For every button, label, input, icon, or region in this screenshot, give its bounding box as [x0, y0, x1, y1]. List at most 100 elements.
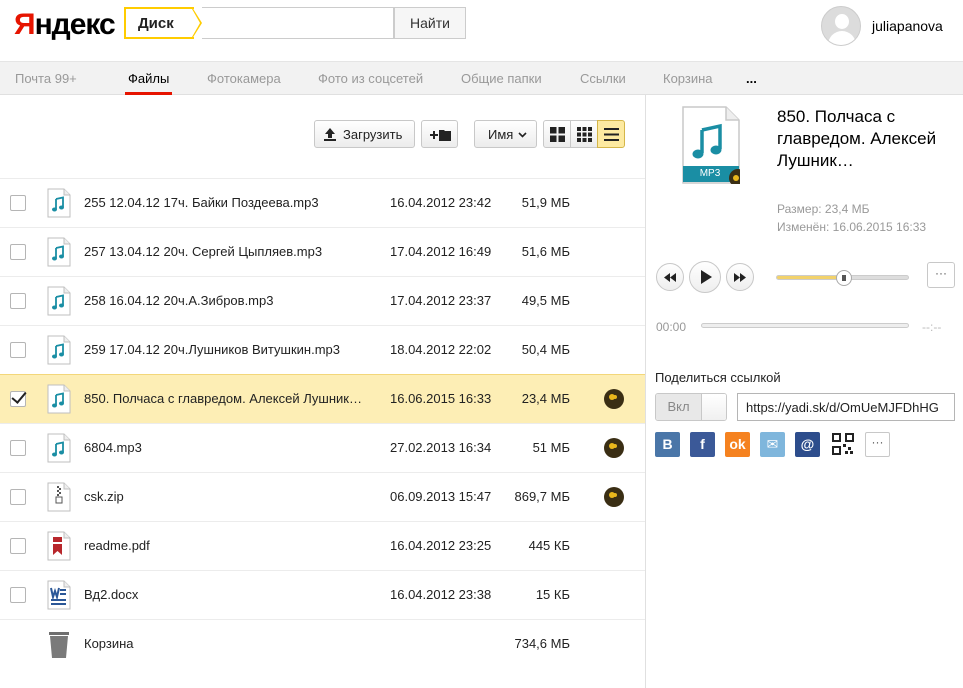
player-more-button[interactable]: ··· [927, 262, 955, 288]
play-icon [701, 270, 712, 284]
list-icon [604, 128, 619, 141]
share-vk-icon[interactable]: B [655, 432, 680, 457]
logo-rest: ндекс [34, 8, 116, 41]
details-title: 850. Полчаса с главредом. Алексей Лушник… [777, 107, 937, 170]
time-total: --:-- [922, 320, 942, 334]
share-facebook-icon[interactable]: f [690, 432, 715, 457]
play-button[interactable] [689, 261, 721, 293]
file-checkbox[interactable] [10, 391, 26, 407]
file-name[interactable]: 258 16.04.12 20ч.А.Зибров.mp3 [84, 293, 366, 308]
nav-item-shared-folders[interactable]: Общие папки [461, 71, 542, 86]
yandex-logo[interactable]: Яндекс [14, 8, 116, 42]
file-checkbox[interactable] [10, 538, 26, 554]
file-size: 445 КБ [528, 538, 570, 553]
panel-divider [645, 95, 646, 688]
file-size: 51,9 МБ [521, 195, 570, 210]
social-more-button[interactable]: ··· [865, 432, 890, 457]
forward-button[interactable] [726, 263, 754, 291]
upload-button[interactable]: Загрузить [314, 120, 415, 148]
view-large-icons-button[interactable] [543, 120, 571, 148]
file-name[interactable]: 259 17.04.12 20ч.Лушников Витушкин.mp3 [84, 342, 366, 357]
docx-file-icon [47, 580, 71, 610]
share-odnoklassniki-icon[interactable]: ok [725, 432, 750, 457]
forward-icon [734, 273, 746, 282]
file-checkbox[interactable] [10, 342, 26, 358]
search-input[interactable] [202, 7, 394, 39]
file-name[interactable]: 6804.mp3 [84, 440, 366, 455]
file-row[interactable]: 850. Полчаса с главредом. Алексей Лушник… [0, 374, 645, 423]
file-row[interactable]: csk.zip 06.09.2013 15:47 869,7 МБ [0, 472, 645, 521]
nav-item-more[interactable]: ... [746, 71, 757, 86]
file-name[interactable]: 255 12.04.12 17ч. Байки Поздеева.mp3 [84, 195, 366, 210]
new-folder-icon [430, 130, 451, 141]
share-qr-icon[interactable] [830, 432, 855, 457]
nav-item-links[interactable]: Ссылки [580, 71, 626, 86]
shared-link-icon[interactable] [604, 487, 624, 507]
file-row[interactable]: Корзина 734,6 МБ [0, 619, 645, 668]
file-size: 49,5 МБ [521, 293, 570, 308]
file-checkbox[interactable] [10, 244, 26, 260]
details-size: Размер: 23,4 МБ [777, 202, 870, 216]
share-mail-icon[interactable]: ✉ [760, 432, 785, 457]
upload-icon [324, 128, 336, 141]
file-date: 16.04.2012 23:38 [390, 587, 492, 602]
volume-knob[interactable] [836, 270, 852, 286]
file-row[interactable]: readme.pdf 16.04.2012 23:25 445 КБ [0, 521, 645, 570]
file-name[interactable]: readme.pdf [84, 538, 366, 553]
file-checkbox[interactable] [10, 293, 26, 309]
nav-item-files[interactable]: Файлы [128, 71, 169, 86]
shared-link-icon[interactable] [604, 389, 624, 409]
avatar[interactable] [821, 6, 861, 46]
file-size: 15 КБ [535, 587, 570, 602]
file-checkbox[interactable] [10, 489, 26, 505]
trash-file-icon [47, 629, 71, 659]
file-checkbox[interactable] [10, 587, 26, 603]
shared-link-icon[interactable] [604, 438, 624, 458]
share-link-field[interactable] [737, 393, 955, 421]
file-row[interactable]: 255 12.04.12 17ч. Байки Поздеева.mp3 16.0… [0, 178, 645, 227]
mp3-icon-label: MP3 [699, 168, 721, 179]
file-size: 734,6 МБ [514, 636, 570, 651]
file-name[interactable]: 850. Полчаса с главредом. Алексей Лушник… [84, 391, 366, 406]
nav-item-camera[interactable]: Фотокамера [207, 71, 281, 86]
file-name[interactable]: csk.zip [84, 489, 366, 504]
search-button[interactable]: Найти [394, 7, 466, 39]
file-date: 18.04.2012 22:02 [390, 342, 492, 357]
nav-item-trash[interactable]: Корзина [663, 71, 713, 86]
file-checkbox[interactable] [10, 440, 26, 456]
file-checkbox[interactable] [10, 195, 26, 211]
file-name[interactable]: Вд2.docx [84, 587, 366, 602]
file-row[interactable]: 6804.mp3 27.02.2013 16:34 51 МБ [0, 423, 645, 472]
mp3-file-icon [47, 237, 71, 267]
rewind-icon [664, 273, 676, 282]
view-small-icons-button[interactable] [570, 120, 598, 148]
sort-button[interactable]: Имя [474, 120, 537, 148]
share-mailru-icon[interactable]: @ [795, 432, 820, 457]
file-name[interactable]: 257 13.04.12 20ч. Сергей Цыпляев.mp3 [84, 244, 366, 259]
username[interactable]: juliapanova [872, 18, 943, 34]
upload-label: Загрузить [343, 127, 403, 142]
progress-slider[interactable] [701, 323, 909, 328]
file-size: 51,6 МБ [521, 244, 570, 259]
nav-item-mail[interactable]: Почта 99+ [15, 71, 77, 86]
file-date: 16.04.2012 23:25 [390, 538, 492, 553]
service-tag[interactable]: Диск [124, 7, 194, 39]
file-date: 17.04.2012 16:49 [390, 244, 492, 259]
mp3-file-icon [47, 384, 71, 414]
rewind-button[interactable] [656, 263, 684, 291]
chevron-down-icon [518, 132, 527, 138]
file-row[interactable]: 258 16.04.12 20ч.А.Зибров.mp3 17.04.2012 … [0, 276, 645, 325]
service-nav: Почта 99+ Файлы Фотокамера Фото из соцсе… [0, 61, 963, 95]
zip-file-icon [47, 482, 71, 512]
file-row[interactable]: 257 13.04.12 20ч. Сергей Цыпляев.mp3 17.0… [0, 227, 645, 276]
volume-fill [777, 276, 844, 279]
nav-item-social-photos[interactable]: Фото из соцсетей [318, 71, 423, 86]
share-toggle[interactable]: Вкл [655, 393, 727, 421]
new-folder-button[interactable] [421, 120, 458, 148]
file-row[interactable]: 259 17.04.12 20ч.Лушников Витушкин.mp3 18… [0, 325, 645, 374]
file-name[interactable]: Корзина [84, 636, 366, 651]
file-row[interactable]: Вд2.docx 16.04.2012 23:38 15 КБ [0, 570, 645, 619]
logo-first-letter: Я [14, 8, 36, 41]
view-list-button[interactable] [597, 120, 625, 148]
pdf-file-icon [47, 531, 71, 561]
